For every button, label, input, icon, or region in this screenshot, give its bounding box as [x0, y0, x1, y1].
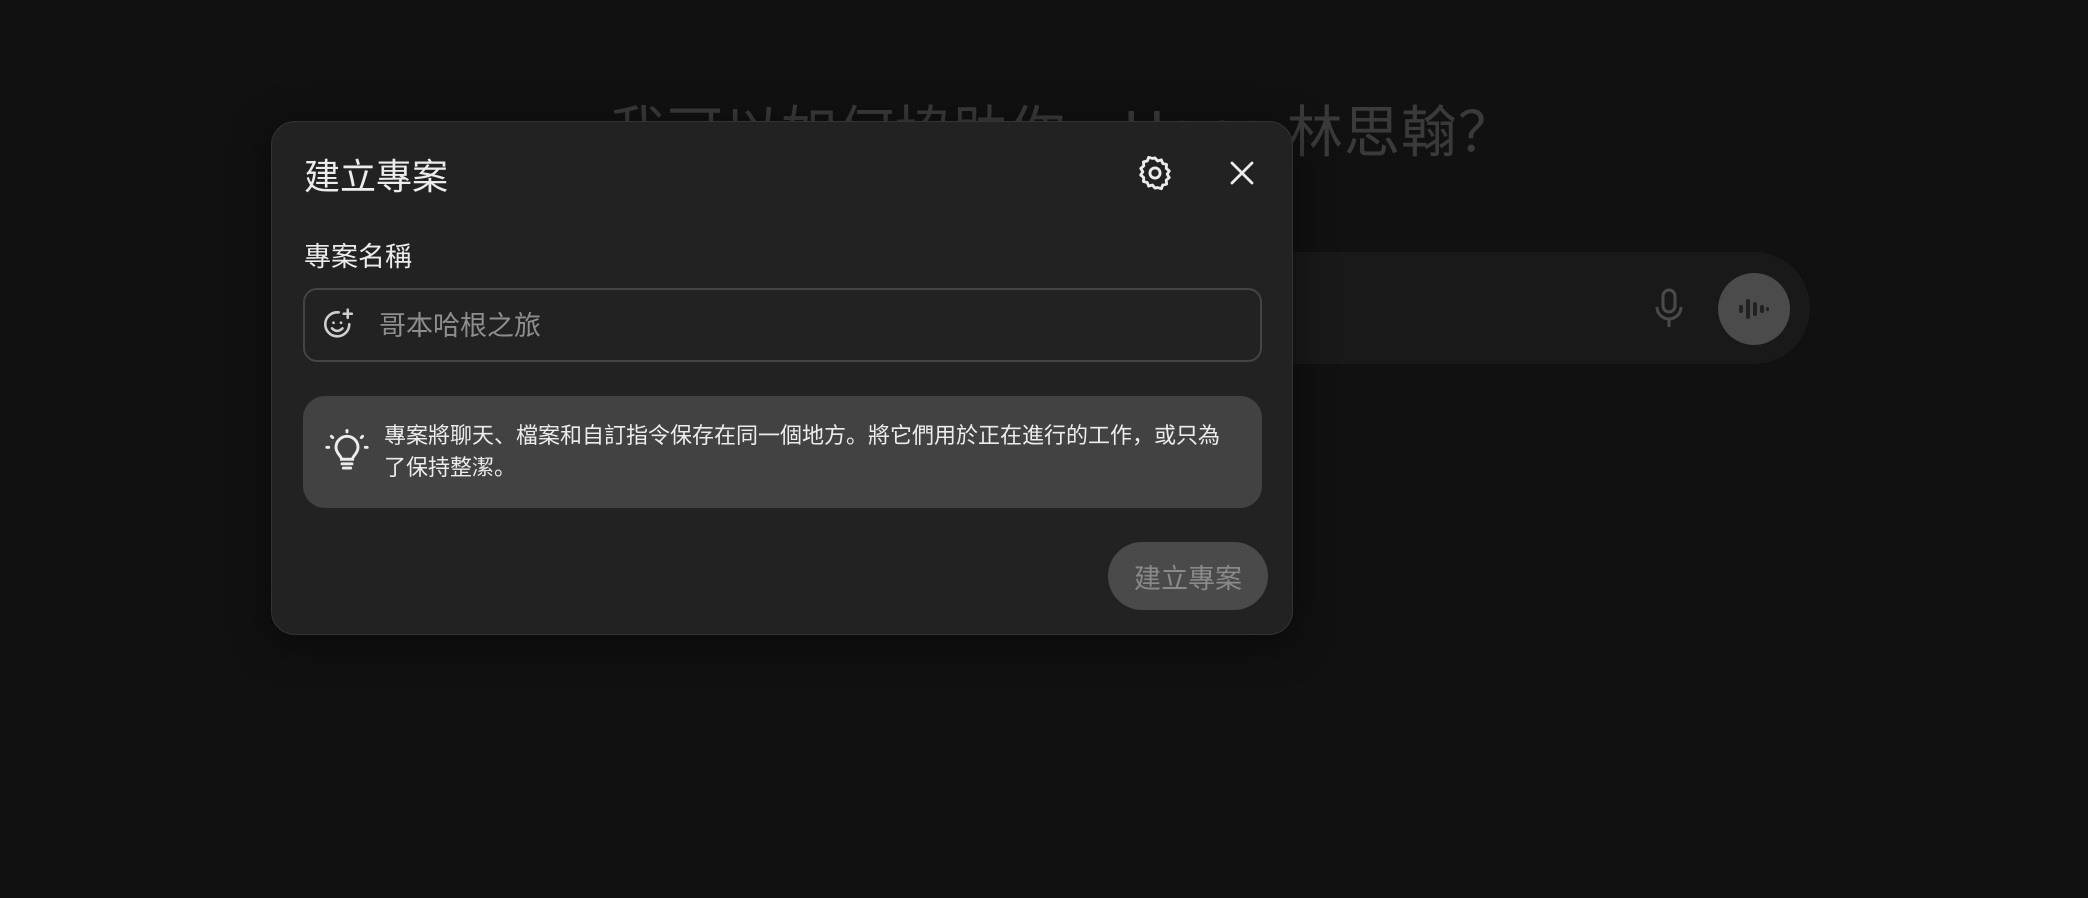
project-name-input[interactable]	[377, 298, 1241, 354]
gear-icon	[1139, 155, 1171, 191]
close-button[interactable]	[1218, 149, 1266, 197]
microphone-icon	[1652, 288, 1686, 330]
settings-button[interactable]	[1131, 149, 1179, 197]
dialog-title: 建立專案	[304, 157, 449, 198]
add-emoji-icon	[324, 308, 354, 338]
tip-text: 專案將聊天、檔案和自訂指令保存在同一個地方。將它們用於正在進行的工作，或只為了保…	[384, 424, 1221, 481]
voice-mode-icon	[1718, 273, 1790, 345]
app-root: 我可以如何協助你，Hans 林思翰？ 建立專案	[0, 0, 2088, 898]
create-project-button[interactable]: 建立專案	[1108, 542, 1268, 610]
emoji-picker-button[interactable]	[319, 306, 357, 344]
project-name-label: 專案名稱	[304, 242, 412, 273]
close-icon	[1230, 161, 1254, 185]
lightbulb-icon	[325, 429, 369, 470]
create-project-dialog: 建立專案 專案名稱 哥本哈根之旅 專案將聊天、檔案和自訂指令保存在同一個地方。將…	[271, 121, 1293, 635]
info-tip: 專案將聊天、檔案和自訂指令保存在同一個地方。將它們用於正在進行的工作，或只為了保…	[303, 396, 1262, 508]
project-name-field	[303, 288, 1262, 362]
